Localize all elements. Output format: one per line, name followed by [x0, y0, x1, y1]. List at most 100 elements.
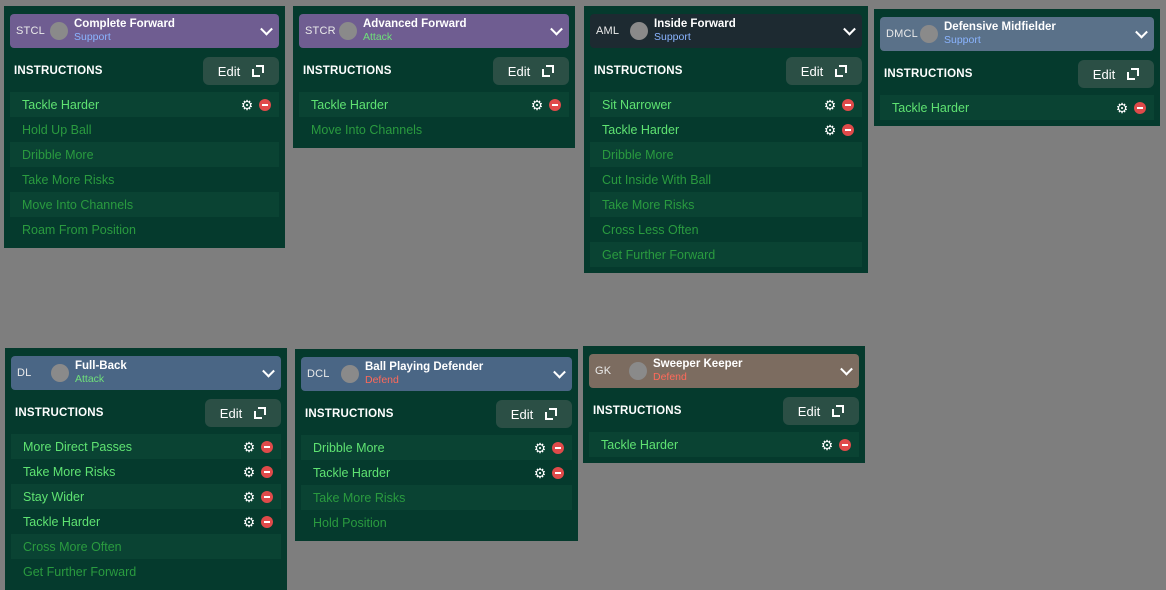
chevron-down-icon[interactable]: [262, 364, 275, 378]
instruction-label: Move Into Channels: [311, 122, 423, 137]
expand-icon: [545, 408, 558, 420]
remove-icon[interactable]: [839, 438, 851, 451]
instruction-item[interactable]: Tackle Harder ⚙: [299, 92, 569, 117]
remove-icon[interactable]: [261, 440, 273, 453]
remove-icon[interactable]: [552, 466, 564, 479]
edit-button[interactable]: Edit: [205, 399, 281, 427]
instructions-title: INSTRUCTIONS: [14, 65, 103, 77]
chevron-down-icon[interactable]: [840, 362, 853, 376]
instruction-item[interactable]: Roam From Position: [10, 217, 279, 242]
remove-icon[interactable]: [261, 490, 273, 503]
instruction-label: Move Into Channels: [22, 197, 134, 212]
chevron-down-icon[interactable]: [550, 22, 563, 36]
player-card-dcl: DCL Ball Playing Defender Defend INSTRUCTIO…: [295, 349, 578, 541]
edit-button[interactable]: Edit: [786, 57, 862, 85]
gear-icon[interactable]: ⚙: [243, 490, 256, 504]
gear-icon[interactable]: ⚙: [824, 98, 837, 112]
position-label: AML: [596, 25, 620, 37]
instruction-item[interactable]: Stay Wider ⚙: [11, 484, 281, 509]
role-selector[interactable]: AML Inside Forward Support: [590, 14, 862, 48]
instruction-item[interactable]: Tackle Harder ⚙: [11, 509, 281, 534]
remove-icon[interactable]: [261, 465, 273, 478]
chevron-down-icon[interactable]: [1135, 25, 1148, 39]
remove-icon[interactable]: [261, 515, 273, 528]
instruction-item[interactable]: Hold Position: [301, 510, 572, 535]
role-selector[interactable]: DL Full-Back Attack: [11, 356, 281, 390]
instruction-item[interactable]: Dribble More: [590, 142, 862, 167]
edit-button[interactable]: Edit: [493, 57, 569, 85]
instruction-label: Tackle Harder: [892, 100, 970, 115]
gear-icon[interactable]: ⚙: [1116, 101, 1129, 115]
instruction-item[interactable]: Hold Up Ball: [10, 117, 279, 142]
role-selector[interactable]: GK Sweeper Keeper Defend: [589, 354, 859, 388]
role-selector[interactable]: STCL Complete Forward Support: [10, 14, 279, 48]
instruction-item[interactable]: Move Into Channels: [299, 117, 569, 142]
gear-icon[interactable]: ⚙: [243, 465, 256, 479]
chevron-down-icon[interactable]: [260, 22, 273, 36]
gear-icon[interactable]: ⚙: [243, 515, 256, 529]
instruction-item[interactable]: Tackle Harder ⚙: [301, 460, 572, 485]
player-card-dl: DL Full-Back Attack INSTRUCTIONS Edit More Di…: [5, 348, 287, 590]
remove-icon[interactable]: [1134, 101, 1146, 114]
instruction-controls: ⚙: [531, 98, 561, 112]
edit-button[interactable]: Edit: [783, 397, 859, 425]
position-label: DL: [17, 367, 32, 379]
player-avatar-icon: [920, 25, 938, 43]
gear-icon[interactable]: ⚙: [241, 98, 254, 112]
instruction-label: Get Further Forward: [602, 247, 716, 262]
instruction-item[interactable]: Tackle Harder ⚙: [10, 92, 279, 117]
instruction-item[interactable]: More Direct Passes ⚙: [11, 434, 281, 459]
instruction-item[interactable]: Cross Less Often: [590, 217, 862, 242]
gear-icon[interactable]: ⚙: [243, 440, 256, 454]
instruction-item[interactable]: Cut Inside With Ball: [590, 167, 862, 192]
instruction-item[interactable]: Dribble More: [10, 142, 279, 167]
gear-icon[interactable]: ⚙: [534, 441, 547, 455]
expand-icon: [835, 65, 848, 77]
role-selector[interactable]: STCR Advanced Forward Attack: [299, 14, 569, 48]
instruction-item[interactable]: Take More Risks: [10, 167, 279, 192]
role-text: Ball Playing Defender Defend: [365, 361, 483, 387]
player-avatar-icon: [51, 364, 69, 382]
instruction-label: Cross Less Often: [602, 222, 699, 237]
role-selector[interactable]: DCL Ball Playing Defender Defend: [301, 357, 572, 391]
edit-button-label: Edit: [797, 403, 821, 419]
expand-icon: [832, 405, 845, 417]
role-selector[interactable]: DMCL Defensive Midfielder Support: [880, 17, 1154, 51]
remove-icon[interactable]: [552, 441, 564, 454]
instruction-item[interactable]: Cross More Often: [11, 534, 281, 559]
edit-button[interactable]: Edit: [1078, 60, 1154, 88]
gear-icon[interactable]: ⚙: [534, 466, 547, 480]
remove-icon[interactable]: [842, 123, 854, 136]
instruction-item[interactable]: Get Further Forward: [11, 559, 281, 584]
instruction-label: More Direct Passes: [23, 439, 133, 454]
edit-button[interactable]: Edit: [496, 400, 572, 428]
gear-icon[interactable]: ⚙: [531, 98, 544, 112]
chevron-down-icon[interactable]: [843, 22, 856, 36]
instruction-item[interactable]: Move Into Channels: [10, 192, 279, 217]
gear-icon[interactable]: ⚙: [824, 123, 837, 137]
instruction-item[interactable]: Take More Risks ⚙: [11, 459, 281, 484]
duty-label: Defend: [653, 371, 687, 383]
instruction-item[interactable]: Get Further Forward: [590, 242, 862, 267]
instruction-item[interactable]: Tackle Harder ⚙: [880, 95, 1154, 120]
remove-icon[interactable]: [842, 98, 854, 111]
edit-button[interactable]: Edit: [203, 57, 279, 85]
instruction-item[interactable]: Take More Risks: [301, 485, 572, 510]
instruction-label: Hold Position: [313, 515, 387, 530]
remove-icon[interactable]: [259, 98, 271, 111]
expand-icon: [252, 65, 265, 77]
player-card-dmcl: DMCL Defensive Midfielder Support INSTRUCTI…: [874, 9, 1160, 126]
instruction-item[interactable]: Sit Narrower ⚙: [590, 92, 862, 117]
instruction-item[interactable]: Take More Risks: [590, 192, 862, 217]
instruction-item[interactable]: Dribble More ⚙: [301, 435, 572, 460]
instruction-label: Hold Up Ball: [22, 122, 92, 137]
instruction-label: Tackle Harder: [601, 437, 679, 452]
instruction-list: Dribble More ⚙ Tackle Harder ⚙ Take More Ris…: [301, 435, 572, 535]
chevron-down-icon[interactable]: [553, 365, 566, 379]
instructions-title: INSTRUCTIONS: [884, 68, 973, 80]
instruction-item[interactable]: Tackle Harder ⚙: [589, 432, 859, 457]
remove-icon[interactable]: [549, 98, 561, 111]
gear-icon[interactable]: ⚙: [821, 438, 834, 452]
edit-button-label: Edit: [1092, 66, 1116, 82]
instruction-item[interactable]: Tackle Harder ⚙: [590, 117, 862, 142]
